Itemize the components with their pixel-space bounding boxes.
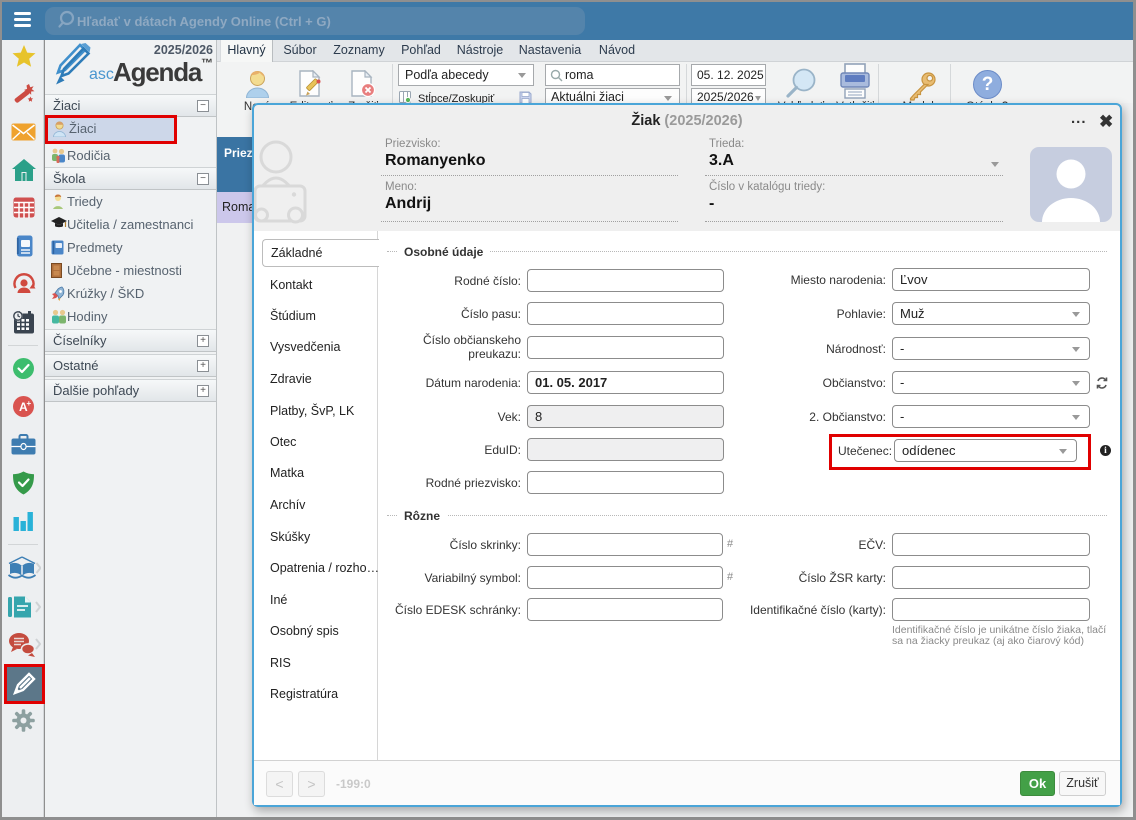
svg-text:+: + xyxy=(27,399,32,408)
